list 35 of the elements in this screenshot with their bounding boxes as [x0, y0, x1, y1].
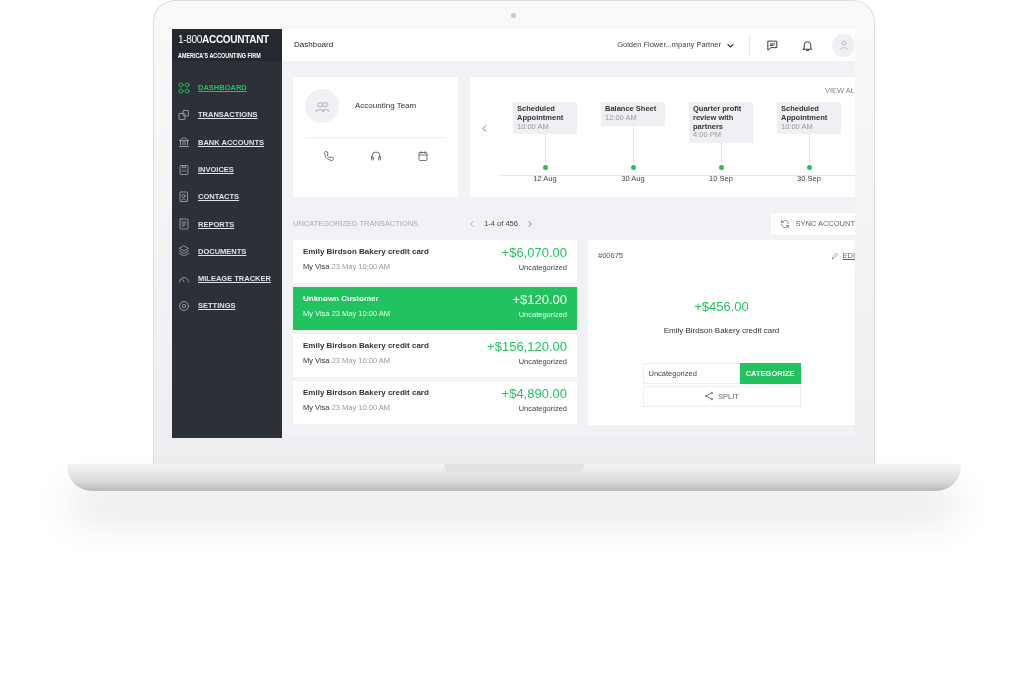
transaction-name: Emily Birdson Bakery credit card: [303, 387, 429, 399]
transaction-name: Emily Birdson Bakery credit card: [303, 340, 429, 352]
bell-icon[interactable]: [801, 38, 814, 52]
bank-icon: [178, 136, 190, 149]
timeline-dot: [718, 165, 724, 170]
transaction-amount: +$156,120.00: [487, 340, 567, 355]
user-icon: [837, 39, 850, 51]
camera-icon: [511, 13, 516, 18]
phone-icon[interactable]: [322, 150, 335, 162]
team-name: Accounting Team: [355, 100, 417, 112]
timeline-dot: [630, 165, 636, 170]
grid-icon: [178, 81, 190, 94]
invoice-icon: [178, 163, 190, 176]
transaction-amount: +$6,070.00: [501, 246, 567, 261]
transaction-name: Emily Birdson Bakery credit card: [303, 246, 429, 258]
transaction-name: Unknown Customer: [303, 293, 380, 305]
calendar-icon[interactable]: [416, 150, 429, 162]
timeline-dot: [806, 165, 812, 170]
transaction-amount: +$120.00: [512, 293, 567, 308]
page-title: Dashboard: [294, 39, 334, 51]
gear-icon: [178, 300, 190, 312]
timeline-dot: [542, 165, 548, 170]
refresh-icon: [780, 219, 791, 229]
pencil-icon: [831, 251, 840, 260]
report-icon: [178, 218, 190, 231]
share-icon: [704, 391, 715, 402]
detail-name: Emily Birdson Bakery credit card: [663, 324, 780, 337]
squares-icon: [178, 108, 190, 121]
transaction-amount: +$4,890.00: [501, 387, 567, 402]
detail-amount: +$456.00: [694, 298, 749, 317]
layers-icon: [178, 245, 190, 258]
brand-name: 1-800ACCOUNTANT: [178, 35, 270, 45]
contact-card-icon: [178, 190, 190, 203]
chat-icon[interactable]: [766, 38, 779, 52]
headset-icon[interactable]: [369, 150, 382, 162]
